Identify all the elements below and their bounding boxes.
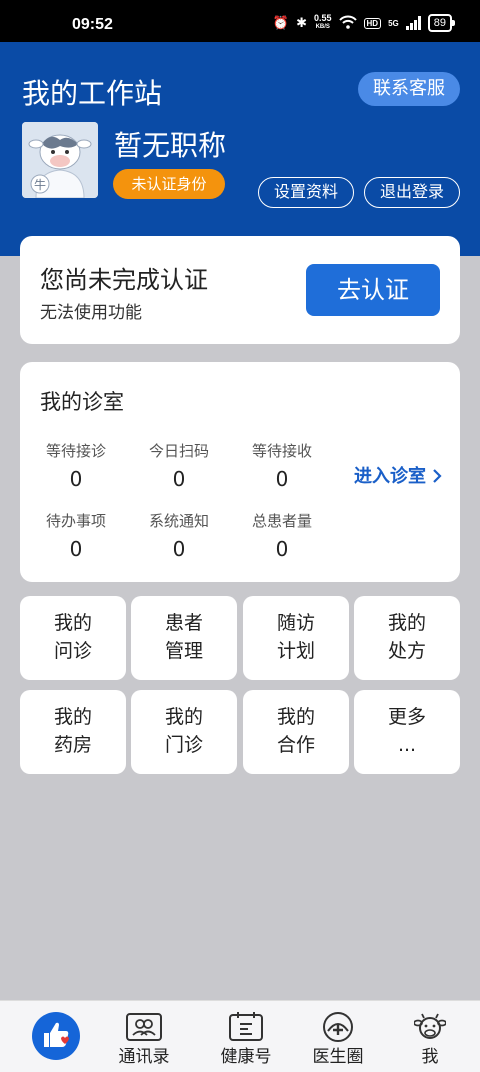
stat-system-notices[interactable]: 系统通知 0 <box>131 510 227 561</box>
verification-title: 您尚未完成认证 <box>40 266 208 294</box>
settings-profile-button[interactable]: 设置资料 <box>258 177 354 208</box>
status-bar: 09:52 ⏰ ✱ 0.55 KB/S HD 5G 89 <box>0 0 480 42</box>
unverified-badge: 未认证身份 <box>113 169 225 199</box>
tab-doctor-circle-label: 医生圈 <box>312 1047 364 1067</box>
tab-contacts-label: 通讯录 <box>118 1047 170 1067</box>
grid-more[interactable]: 更多... <box>354 690 460 774</box>
verification-card: 您尚未完成认证 无法使用功能 去认证 <box>20 236 460 344</box>
grid-my-pharmacy[interactable]: 我的 药房 <box>20 690 126 774</box>
contacts-icon <box>126 1013 162 1045</box>
hd-badge: HD <box>363 17 382 29</box>
stat-todo-items[interactable]: 待办事项 0 <box>28 510 124 561</box>
thumbs-up-heart-icon <box>31 1011 81 1065</box>
page-title: 我的工作站 <box>22 77 163 110</box>
grid-my-consultations[interactable]: 我的 问诊 <box>20 596 126 680</box>
stat-today-scans[interactable]: 今日扫码 0 <box>131 440 227 491</box>
go-verify-button[interactable]: 去认证 <box>306 264 440 316</box>
grid-follow-up-plan[interactable]: 随访 计划 <box>243 596 349 680</box>
grid-my-outpatient[interactable]: 我的 门诊 <box>131 690 237 774</box>
enter-clinic-link[interactable]: 进入诊室 <box>354 462 442 488</box>
tab-health-account[interactable]: 健康号 <box>198 1001 294 1072</box>
bluetooth-icon: ✱ <box>296 15 307 30</box>
wifi-icon <box>338 15 357 32</box>
chevron-right-icon <box>432 466 442 487</box>
network-type: 5G <box>388 18 399 28</box>
bottom-tab-bar: 通讯录 健康号 医生圈 我 <box>0 1000 480 1072</box>
tab-contacts[interactable]: 通讯录 <box>96 1001 192 1072</box>
status-icons: ⏰ ✱ 0.55 KB/S HD 5G 89 <box>272 13 456 32</box>
contact-service-button[interactable]: 联系客服 <box>358 72 460 106</box>
grid-my-cooperation[interactable]: 我的 合作 <box>243 690 349 774</box>
avatar[interactable]: 牛 <box>22 122 98 198</box>
clinic-title: 我的诊室 <box>40 390 124 414</box>
grid-my-prescriptions[interactable]: 我的 处方 <box>354 596 460 680</box>
tab-me-label: 我 <box>421 1047 439 1067</box>
grid-patient-management[interactable]: 患者 管理 <box>131 596 237 680</box>
logout-button[interactable]: 退出登录 <box>364 177 460 208</box>
stat-waiting-receive[interactable]: 等待接收 0 <box>234 440 330 491</box>
cow-doctor-avatar-icon: 牛 <box>22 122 98 198</box>
cow-profile-icon <box>413 1013 447 1045</box>
verification-subtitle: 无法使用功能 <box>40 303 142 323</box>
tab-health-account-label: 健康号 <box>220 1047 272 1067</box>
battery-indicator: 89 <box>427 14 456 32</box>
status-time: 09:52 <box>72 16 113 33</box>
tab-doctor-circle[interactable]: 医生圈 <box>290 1001 386 1072</box>
professional-title: 暂无职称 <box>114 129 227 162</box>
stat-waiting-consult[interactable]: 等待接诊 0 <box>28 440 124 491</box>
my-clinic-card: 我的诊室 等待接诊 0 今日扫码 0 等待接收 0 待办事项 0 系统通知 0 … <box>20 362 460 582</box>
svg-text:牛: 牛 <box>34 177 46 192</box>
profile-header: 我的工作站 联系客服 牛 暂无职称 未认证身份 设置资料 退出登录 <box>0 42 480 256</box>
signal-icon <box>405 16 421 30</box>
network-speed: 0.55 KB/S <box>313 13 332 31</box>
tab-workstation[interactable] <box>8 1001 104 1072</box>
alarm-icon: ⏰ <box>272 15 290 30</box>
health-account-icon <box>229 1011 263 1045</box>
tab-me[interactable]: 我 <box>382 1001 478 1072</box>
stat-total-patients[interactable]: 总患者量 0 <box>234 510 330 561</box>
